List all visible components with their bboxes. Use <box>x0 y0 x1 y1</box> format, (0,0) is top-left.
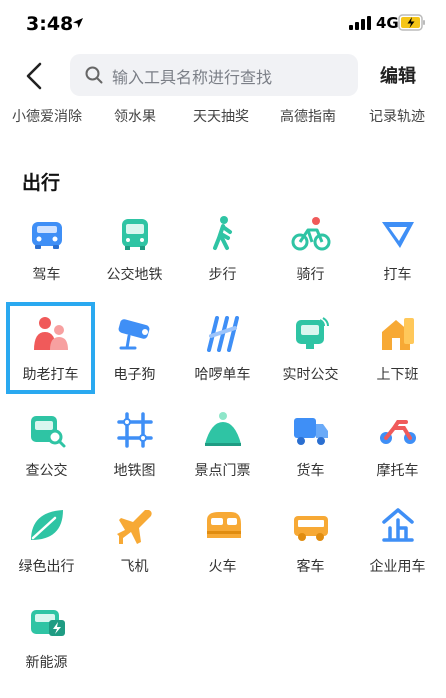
signal-icon <box>349 16 371 30</box>
tool-label: 哈啰单车 <box>194 367 251 383</box>
tool-label: 飞机 <box>120 559 149 575</box>
tool-enterprise-car[interactable]: 企业用车 <box>353 494 442 586</box>
shortcut-row: 小德爱消除 领水果 天天抽奖 高德指南 记录轨迹 <box>0 106 446 128</box>
shortcut-item[interactable]: 高德指南 <box>263 106 353 126</box>
section-title: 出行 <box>22 172 61 194</box>
tool-label: 绿色出行 <box>18 559 75 575</box>
tool-label: 助老打车 <box>22 367 79 383</box>
walk-icon <box>213 216 232 250</box>
tool-label: 摩托车 <box>376 463 419 479</box>
tool-walk[interactable]: 步行 <box>178 202 267 294</box>
tool-label: 客车 <box>296 559 325 575</box>
network-type: 4G <box>376 14 399 32</box>
shortcut-item[interactable]: 领水果 <box>90 106 180 126</box>
scenic-ticket-icon <box>205 412 241 446</box>
tool-bus-subway[interactable]: 公交地铁 <box>90 202 179 294</box>
tool-speed-camera[interactable]: 电子狗 <box>90 302 179 394</box>
tool-taxi[interactable]: 打车 <box>353 202 442 294</box>
tool-new-energy[interactable]: 新能源 <box>2 590 91 682</box>
clock: 3:48 <box>26 13 74 35</box>
tool-label: 火车 <box>208 559 237 575</box>
tool-drive[interactable]: 驾车 <box>2 202 91 294</box>
shortcut-item[interactable]: 天天抽奖 <box>176 106 266 126</box>
camera-icon <box>118 319 150 350</box>
shortcut-item[interactable]: 记录轨迹 <box>352 106 442 126</box>
tool-label: 实时公交 <box>282 367 339 383</box>
tool-elder-taxi[interactable]: 助老打车 <box>6 302 95 394</box>
tool-scenic-tickets[interactable]: 景点门票 <box>178 398 267 490</box>
coach-icon <box>294 516 328 541</box>
tool-label: 查公交 <box>25 463 68 479</box>
plane-icon <box>117 510 152 544</box>
car-icon <box>32 222 62 249</box>
commute-icon <box>382 318 414 350</box>
bus-search-icon <box>31 416 66 448</box>
top-bar: 输入工具名称进行查找 编辑 <box>0 48 446 104</box>
hello-bike-icon <box>207 316 239 352</box>
taxi-icon <box>382 222 414 248</box>
subway-map-icon <box>117 412 153 448</box>
status-bar: 3:48 4G <box>0 0 446 48</box>
tool-label: 企业用车 <box>369 559 426 575</box>
tool-label: 电子狗 <box>113 367 156 383</box>
search-input[interactable]: 输入工具名称进行查找 <box>70 54 358 96</box>
tool-label: 货车 <box>296 463 325 479</box>
tool-subway-map[interactable]: 地铁图 <box>90 398 179 490</box>
tool-motorcycle[interactable]: 摩托车 <box>353 398 442 490</box>
tool-truck[interactable]: 货车 <box>266 398 355 490</box>
tool-label: 地铁图 <box>113 463 156 479</box>
tool-train[interactable]: 火车 <box>178 494 267 586</box>
train-icon <box>207 512 241 538</box>
bus-icon <box>122 219 148 250</box>
tool-flight[interactable]: 飞机 <box>90 494 179 586</box>
tool-label: 步行 <box>208 267 237 283</box>
tool-label: 骑行 <box>296 267 325 283</box>
tool-bus-lookup[interactable]: 查公交 <box>2 398 91 490</box>
bike-icon <box>291 217 331 251</box>
tool-cycling[interactable]: 骑行 <box>266 202 355 294</box>
battery-charging-icon <box>398 14 425 31</box>
tool-realtime-bus[interactable]: 实时公交 <box>266 302 355 394</box>
motorcycle-icon <box>380 420 416 444</box>
edit-button[interactable]: 编辑 <box>380 62 416 88</box>
tool-hello-bike[interactable]: 哈啰单车 <box>178 302 267 394</box>
tool-label: 公交地铁 <box>106 267 163 283</box>
tool-label: 驾车 <box>32 267 61 283</box>
tool-green-travel[interactable]: 绿色出行 <box>2 494 91 586</box>
realtime-bus-icon <box>296 317 329 349</box>
tool-label: 上下班 <box>376 367 419 383</box>
new-energy-icon <box>31 610 65 636</box>
location-arrow-icon <box>73 18 83 28</box>
search-placeholder: 输入工具名称进行查找 <box>112 68 273 87</box>
tool-coach[interactable]: 客车 <box>266 494 355 586</box>
search-icon <box>85 66 103 84</box>
truck-icon <box>294 418 328 445</box>
enterprise-car-icon <box>382 508 414 542</box>
tool-label: 景点门票 <box>194 463 251 479</box>
tool-commute[interactable]: 上下班 <box>353 302 442 394</box>
shortcut-item[interactable]: 小德爱消除 <box>2 106 92 126</box>
elder-taxi-icon <box>34 317 68 350</box>
tool-label: 新能源 <box>25 655 68 671</box>
leaf-icon <box>31 510 63 540</box>
tool-label: 打车 <box>383 267 412 283</box>
back-arrow-icon[interactable] <box>18 58 52 94</box>
